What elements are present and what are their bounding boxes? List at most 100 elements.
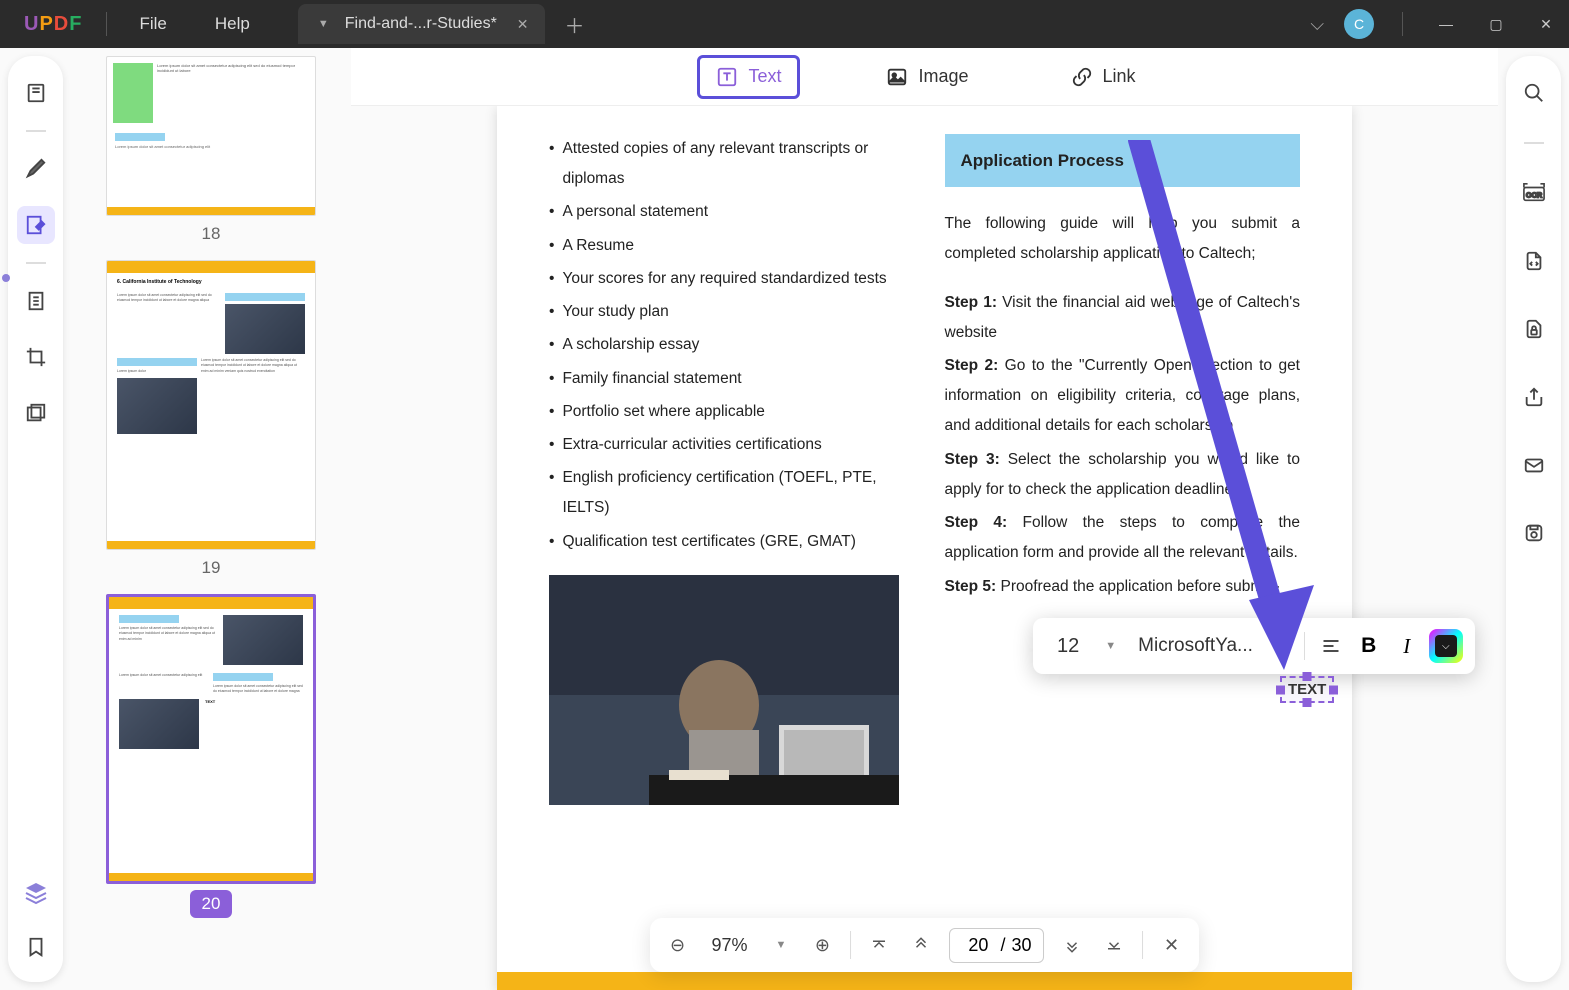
total-pages: 30 <box>1011 935 1031 956</box>
resize-handle[interactable] <box>1303 672 1312 681</box>
document-page[interactable]: Attested copies of any relevant transcri… <box>497 106 1352 990</box>
zoom-in-button[interactable]: ⊕ <box>808 931 836 959</box>
thumbnail-number: 19 <box>91 550 331 586</box>
menu-help[interactable]: Help <box>191 14 274 34</box>
step-item: Step 5: Proofread the application before… <box>945 572 1301 602</box>
email-button[interactable] <box>1515 446 1553 484</box>
layers-tool[interactable] <box>17 874 55 912</box>
bullet-item: Extra-curricular activities certificatio… <box>549 430 905 460</box>
divider <box>1402 12 1403 36</box>
font-size-value[interactable]: 12 <box>1045 635 1091 658</box>
bullet-item: A Resume <box>549 231 905 261</box>
page-input[interactable]: / 30 <box>949 928 1044 963</box>
step-item: Step 3: Select the scholarship you would… <box>945 445 1301 505</box>
zoom-dropdown[interactable]: ▼ <box>768 939 795 951</box>
resize-handle[interactable] <box>1329 685 1338 694</box>
save-button[interactable] <box>1515 514 1553 552</box>
right-toolbar: OCR <box>1506 56 1561 982</box>
text-edit-box[interactable]: TEXT <box>1280 676 1334 703</box>
text-edit-button[interactable]: Text <box>697 55 800 99</box>
page-navigation: ⊖ 97% ▼ ⊕ / 30 ✕ <box>650 918 1200 972</box>
text-icon <box>716 66 738 88</box>
reader-tool[interactable] <box>17 74 55 112</box>
page-tool[interactable] <box>17 282 55 320</box>
active-indicator <box>2 274 10 282</box>
user-avatar[interactable]: C <box>1344 9 1374 39</box>
text-content: TEXT <box>1288 681 1326 698</box>
divider <box>26 262 46 264</box>
minimize-button[interactable]: — <box>1431 16 1461 32</box>
convert-button[interactable] <box>1515 242 1553 280</box>
app-logo: UPDF <box>8 13 98 36</box>
link-icon <box>1071 66 1093 88</box>
divider <box>1304 632 1305 660</box>
link-edit-button[interactable]: Link <box>1055 58 1152 96</box>
step-item: Step 2: Go to the "Currently Open" secti… <box>945 351 1301 442</box>
section-intro: The following guide will help you submit… <box>945 209 1301 269</box>
resize-handle[interactable] <box>1276 685 1285 694</box>
italic-button[interactable]: I <box>1391 630 1423 662</box>
share-button[interactable] <box>1515 378 1553 416</box>
document-tab[interactable]: ▼ Find-and-...r-Studies* ✕ <box>298 4 545 44</box>
font-name-value[interactable]: MicrosoftYa... <box>1130 635 1261 657</box>
thumbnail-20[interactable]: Lorem ipsum dolor sit amet consectetur a… <box>91 594 331 924</box>
bookmark-tool[interactable] <box>17 928 55 966</box>
chevron-down-icon[interactable]: ▼ <box>318 18 329 30</box>
protect-button[interactable] <box>1515 310 1553 348</box>
text-label: Text <box>748 66 781 87</box>
thumbnail-panel: Lorem ipsum dolor sit amet consectetur a… <box>71 48 351 990</box>
edit-tool[interactable] <box>17 206 55 244</box>
align-button[interactable] <box>1315 630 1347 662</box>
tools-tool[interactable] <box>17 394 55 432</box>
close-tab-icon[interactable]: ✕ <box>517 16 529 33</box>
document-image <box>549 575 899 805</box>
divider <box>26 130 46 132</box>
bullet-item: Your study plan <box>549 297 905 327</box>
maximize-button[interactable]: ▢ <box>1481 16 1511 33</box>
resize-handle[interactable] <box>1303 698 1312 707</box>
format-toolbar: 12 ▼ MicrosoftYa... ▼ B I ⌵ <box>1033 618 1475 674</box>
thumbnail-19[interactable]: 6. California Institute of Technology Lo… <box>91 260 331 586</box>
step-item: Step 4: Follow the steps to complete the… <box>945 508 1301 568</box>
first-page-button[interactable] <box>865 931 893 959</box>
bullet-item: English proficiency certification (TOEFL… <box>549 463 905 523</box>
page-separator: / <box>1000 935 1005 956</box>
menu-file[interactable]: File <box>115 14 190 34</box>
color-picker-button[interactable]: ⌵ <box>1429 629 1463 663</box>
svg-text:OCR: OCR <box>1525 191 1542 200</box>
step-item: Step 1: Visit the financial aid webpage … <box>945 288 1301 348</box>
ocr-button[interactable]: OCR <box>1515 174 1553 212</box>
bullet-item: Portfolio set where applicable <box>549 397 905 427</box>
close-button[interactable]: ✕ <box>1531 16 1561 33</box>
bullet-item: Attested copies of any relevant transcri… <box>549 134 905 194</box>
crop-tool[interactable] <box>17 338 55 376</box>
page-footer <box>497 972 1352 990</box>
close-nav-button[interactable]: ✕ <box>1157 931 1185 959</box>
thumbnail-number: 20 <box>190 890 233 918</box>
divider <box>1524 142 1544 144</box>
divider <box>106 12 107 36</box>
thumbnail-18[interactable]: Lorem ipsum dolor sit amet consectetur a… <box>91 56 331 252</box>
divider <box>1142 931 1143 959</box>
link-label: Link <box>1103 66 1136 87</box>
prev-page-button[interactable] <box>907 931 935 959</box>
bullet-item: A personal statement <box>549 197 905 227</box>
font-size-dropdown[interactable]: ▼ <box>1097 640 1124 652</box>
chevron-down-icon[interactable]: ⌵ <box>1310 14 1324 35</box>
next-page-button[interactable] <box>1058 931 1086 959</box>
font-name-dropdown[interactable]: ▼ <box>1267 640 1294 652</box>
tab-title: Find-and-...r-Studies* <box>345 15 497 33</box>
image-icon <box>886 66 908 88</box>
current-page-field[interactable] <box>962 935 994 956</box>
edit-toolbar: Text Image Link <box>351 48 1498 106</box>
bold-button[interactable]: B <box>1353 630 1385 662</box>
new-tab-button[interactable]: ＋ <box>565 10 585 39</box>
section-heading: Application Process <box>945 134 1301 187</box>
comment-tool[interactable] <box>17 150 55 188</box>
left-toolbar <box>8 56 63 982</box>
last-page-button[interactable] <box>1100 931 1128 959</box>
zoom-out-button[interactable]: ⊖ <box>664 931 692 959</box>
image-edit-button[interactable]: Image <box>870 58 984 96</box>
search-button[interactable] <box>1515 74 1553 112</box>
bullet-item: Qualification test certificates (GRE, GM… <box>549 527 905 557</box>
